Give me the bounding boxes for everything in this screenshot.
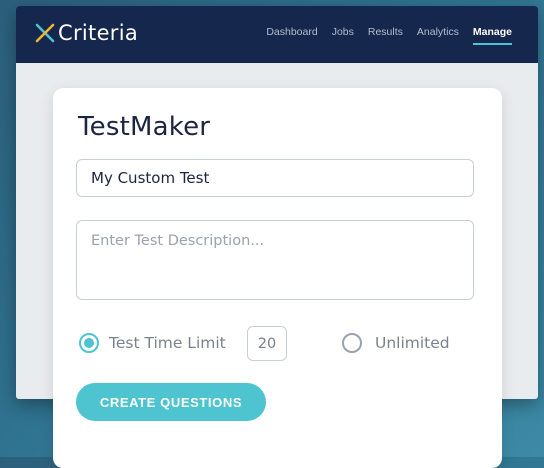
create-questions-button[interactable]: CREATE QUESTIONS [76, 383, 266, 421]
main-nav: Dashboard Jobs Results Analytics Manage [252, 26, 513, 45]
test-name-input[interactable] [76, 159, 474, 197]
time-limit-input[interactable] [247, 326, 287, 361]
criteria-logo[interactable]: Criteria [34, 18, 138, 48]
card-title: TestMaker [78, 112, 211, 142]
nav-manage[interactable]: Manage [472, 26, 513, 45]
nav-analytics[interactable]: Analytics [417, 26, 459, 42]
time-limit-options: Test Time Limit Unlimited [76, 326, 476, 362]
top-navigation-bar: Criteria Dashboard Jobs Results Analytic… [16, 6, 538, 63]
unlimited-label: Unlimited [375, 334, 450, 352]
testmaker-card: TestMaker Test Time Limit Unlimited CREA… [53, 88, 502, 468]
criteria-x-logo-icon [35, 23, 55, 43]
time-limit-radio[interactable] [79, 333, 99, 353]
nav-dashboard[interactable]: Dashboard [266, 26, 317, 42]
test-description-input[interactable] [76, 220, 474, 300]
nav-jobs[interactable]: Jobs [332, 26, 354, 42]
unlimited-radio[interactable] [342, 333, 362, 353]
nav-results[interactable]: Results [368, 26, 403, 42]
logo-text: Criteria [58, 21, 139, 45]
time-limit-label: Test Time Limit [109, 334, 226, 352]
